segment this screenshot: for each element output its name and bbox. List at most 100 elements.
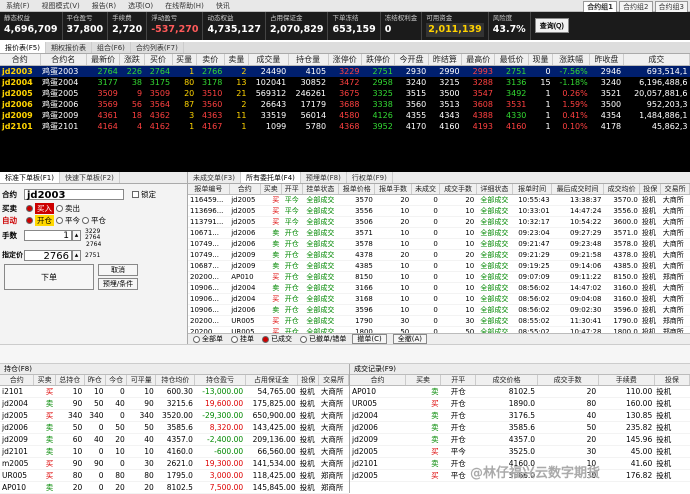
table-row[interactable]: 10687... jd2009 卖开仓 全部成交 4385 10 0 10 全部成交 09:19:… [188,260,690,272]
table-row[interactable]: 10671... jd2006 卖开仓 全部成交 3571 10 0 10 全部成交 09:23:… [188,227,690,239]
contract-input[interactable]: jd2003 [24,189,124,201]
column-header[interactable]: 成交价格 [475,375,538,386]
table-row[interactable]: jd2009 卖开仓 4357.0 20 145.96 投机 [350,433,690,446]
column-header[interactable]: 合约 [0,54,41,66]
column-header[interactable]: 挂单状态 [302,184,340,195]
column-header[interactable]: 未成交 [411,184,441,195]
column-header[interactable]: 今仓 [105,375,128,386]
column-header[interactable]: 交易所 [660,184,690,195]
table-row[interactable]: jd2005 买平今 3525.0 30 45.00 投机 [350,445,690,458]
qty-stepper[interactable]: ▴ [72,229,81,241]
close-label[interactable]: 平仓 [91,215,106,226]
column-header[interactable]: 开平 [440,375,477,386]
submit-order-button[interactable]: 下单 [4,264,94,290]
price-stepper[interactable]: ▴ [72,249,81,261]
close-radio[interactable] [82,216,89,224]
qty-input[interactable]: 1 [24,229,72,241]
buy-label[interactable]: 买入 [35,202,54,214]
filter-option[interactable]: 全部单 [191,334,223,344]
table-row[interactable]: UR005 买 80 0 80 80 1795.0 3,000.00 118,425.00 投机郑… [0,469,349,482]
column-header[interactable]: 报单手数 [374,184,412,195]
column-header[interactable]: 今开盘 [394,54,429,66]
table-row[interactable]: jd2005 鸡蛋2005 3509 9 3509 20 3510 21 569312 24626… [0,88,690,99]
menu-item[interactable]: 选项(O) [122,1,159,11]
table-row[interactable]: AP010 卖开仓 8102.5 20 110.00 投机 [350,385,690,398]
table-row[interactable]: AP010 卖 20 0 20 20 8102.5 7,500.00 145,845.00 投机郑… [0,481,349,494]
column-header[interactable]: 现量 [528,54,554,66]
cancel-order-button[interactable]: 撤单(C) [352,334,387,344]
table-row[interactable]: jd2004 卖开仓 3176.5 40 130.85 投机 [350,409,690,422]
table-row[interactable]: jd2009 鸡蛋2009 4361 18 4362 3 4363 11 33519 56014 4… [0,110,690,121]
column-header[interactable]: 手续费 [598,375,655,386]
column-header[interactable]: 总持仓 [55,375,85,386]
column-header[interactable]: 报单编号 [188,184,230,195]
column-header[interactable]: 买卖 [33,375,56,386]
column-header[interactable]: 昨收盘 [589,54,624,66]
column-header[interactable]: 持仓均价 [155,375,196,386]
tab[interactable]: 期权报价表 [46,42,92,53]
column-header[interactable]: 昨仓 [84,375,107,386]
column-header[interactable]: 投保 [639,184,662,195]
tab[interactable]: 未成交单(F3) [188,172,241,183]
column-header[interactable]: 投保 [654,375,690,386]
column-header[interactable]: 买量 [172,54,197,66]
column-header[interactable]: 成交 [623,54,690,66]
column-header[interactable]: 买价 [144,54,173,66]
column-header[interactable]: 成交手数 [537,375,599,386]
column-header[interactable]: 最后成交时间 [551,184,604,195]
menu-item[interactable]: 视图模式(V) [36,1,86,11]
table-row[interactable]: 10749... jd2009 卖开仓 全部成交 4378 20 0 20 全部成交 09:21:… [188,249,690,261]
menu-item[interactable]: 快讯 [210,1,236,11]
column-header[interactable]: 持仓盈亏 [194,375,246,386]
filter-option[interactable]: 已撤单/错单 [298,334,346,344]
table-row[interactable]: jd2006 鸡蛋2006 3569 56 3564 87 3560 2 26643 17179 3… [0,99,690,110]
filter-radio[interactable] [262,335,269,343]
column-header[interactable]: 成交均价 [603,184,641,195]
column-header[interactable]: 涨跌幅 [552,54,591,66]
column-header[interactable]: 买卖 [405,375,442,386]
table-row[interactable]: 10906... jd2004 卖开仓 全部成交 3166 10 0 10 全部成交 08:56:… [188,282,690,294]
tab[interactable]: 行权单(F9) [347,172,393,183]
tab[interactable]: 快速下单板(F2) [60,172,120,183]
column-header[interactable]: 报单价格 [338,184,376,195]
table-row[interactable]: 10906... jd2006 卖开仓 全部成交 3596 10 0 10 全部成交 08:56:… [188,304,690,316]
cancel-button[interactable]: 取消 [98,264,138,276]
column-header[interactable]: 最低价 [494,54,529,66]
table-row[interactable]: 10906... jd2004 买开仓 全部成交 3168 10 0 10 全部成交 08:56:… [188,293,690,305]
table-row[interactable]: jd2006 卖开仓 3585.6 50 235.82 投机 [350,421,690,434]
open-radio[interactable] [26,216,33,224]
menu-item[interactable]: 报告(R) [86,1,122,11]
column-header[interactable]: 交易所 [318,375,349,386]
query-button[interactable]: 查询(Q) [534,18,569,33]
filter-option[interactable]: 挂单 [229,334,254,344]
column-header[interactable]: 合约 [0,375,35,386]
column-header[interactable]: 合约 [229,184,261,195]
table-row[interactable]: jd2004 鸡蛋2004 3177 38 3175 80 3178 13 102041 3085… [0,77,690,88]
filter-radio[interactable] [231,335,238,343]
sell-label[interactable]: 卖出 [65,203,80,214]
column-header[interactable]: 昨结算 [428,54,463,66]
column-header[interactable]: 详细状态 [476,184,514,195]
open-label[interactable]: 开仓 [35,214,54,226]
sell-radio[interactable] [56,204,63,212]
tab[interactable]: 报价表(F5) [0,42,46,53]
table-row[interactable]: 10749... jd2006 卖开仓 全部成交 3578 10 0 10 全部成交 09:21:… [188,238,690,250]
column-header[interactable]: 涨跌 [119,54,145,66]
column-header[interactable]: 最新价 [86,54,121,66]
column-header[interactable]: 成交量 [248,54,289,66]
price-input[interactable]: 2766 [24,249,72,262]
column-header[interactable]: 合约 [350,375,406,386]
buy-radio[interactable] [26,204,33,212]
table-row[interactable]: m2005 买 90 90 0 30 2621.0 19,300.00 141,534.00 投机… [0,457,349,470]
tab[interactable]: 所有委托单(F4) [240,172,301,183]
table-row[interactable]: jd2005 买 340 340 0 340 3520.00 -29,300.00 650,90… [0,409,349,422]
table-row[interactable]: jd2003 鸡蛋2003 2764 226 2764 1 2766 2 24490 4105 32… [0,65,690,77]
table-row[interactable]: 20200... AP010 买开仓 全部成交 8150 10 0 10 全部成交 09:07:0… [188,271,690,283]
advanced-order-button[interactable]: 预埋/条件 [98,278,138,290]
column-header[interactable]: 跌停价 [361,54,396,66]
column-header[interactable]: 卖量 [224,54,249,66]
table-row[interactable]: 116459... jd2005 买平今 全部成交 3570 20 0 20 全部成交 10:55… [188,194,690,206]
menu-item[interactable]: 系统(F) [0,1,36,11]
table-row[interactable]: 113791... jd2005 买平今 全部成交 3506 20 0 20 全部成交 10:32… [188,216,690,228]
lock-checkbox[interactable] [132,191,139,198]
